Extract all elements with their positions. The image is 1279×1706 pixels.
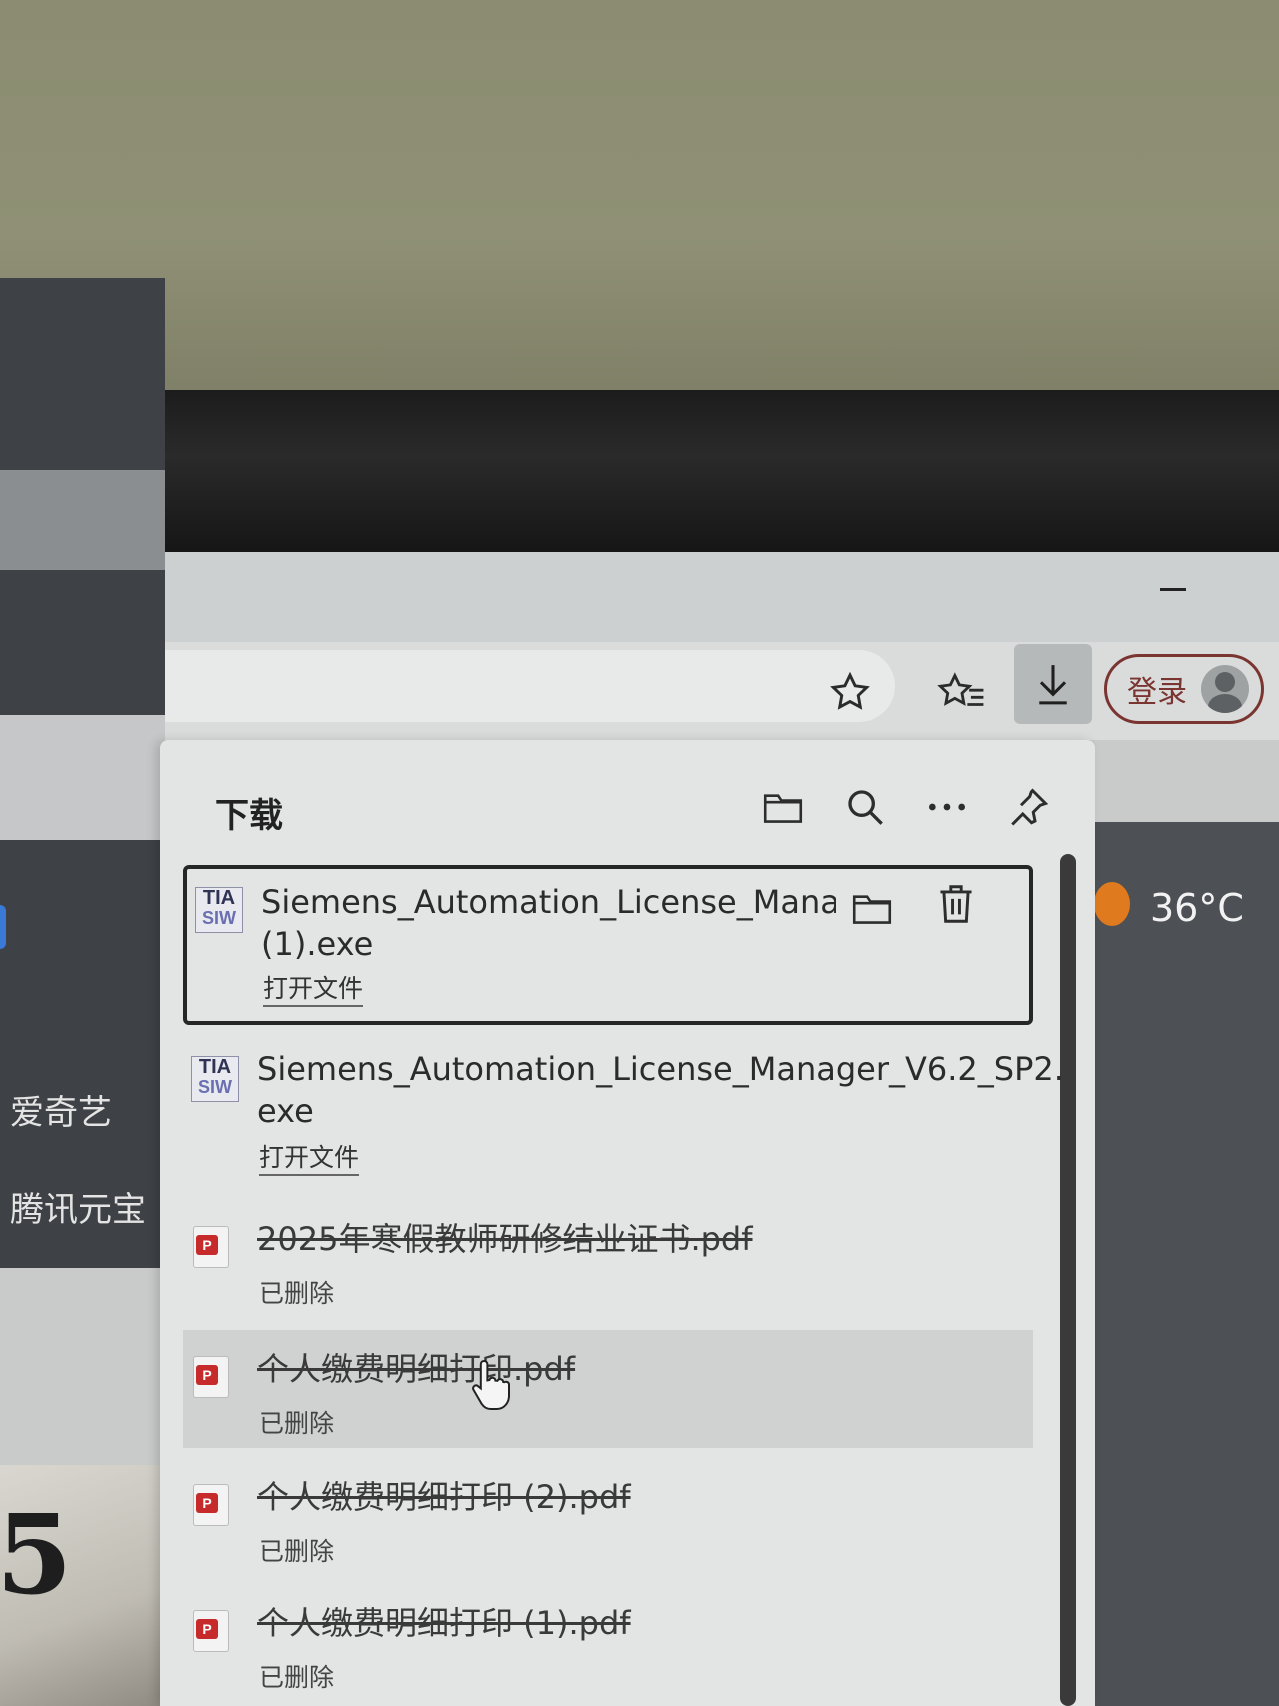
favorites-list-icon[interactable] bbox=[930, 662, 994, 722]
deleted-status: 已删除 bbox=[259, 1663, 335, 1692]
download-item[interactable]: 2025年寒假教师研修结业证书.pdf 已删除 bbox=[183, 1210, 1033, 1328]
pdf-file-icon bbox=[193, 1356, 229, 1398]
star-icon[interactable] bbox=[820, 662, 880, 722]
page-right-panel bbox=[1095, 822, 1279, 1706]
page-left-panel bbox=[0, 715, 165, 840]
browser-toolbar: 登录 bbox=[0, 642, 1279, 740]
title-bar bbox=[0, 552, 1279, 642]
show-in-folder-icon[interactable] bbox=[847, 883, 897, 933]
side-link-iqiyi[interactable]: 爱奇艺 bbox=[10, 1085, 112, 1134]
more-icon[interactable] bbox=[922, 782, 972, 832]
pdf-file-icon bbox=[193, 1226, 229, 1268]
laptop-bezel bbox=[0, 390, 1279, 555]
tia-icon-label-top: TIA bbox=[198, 1056, 232, 1078]
delete-icon[interactable] bbox=[931, 879, 981, 929]
page-left-banner bbox=[0, 470, 165, 570]
login-button[interactable]: 登录 bbox=[1104, 654, 1264, 724]
deleted-status: 已删除 bbox=[259, 1409, 335, 1438]
open-file-link[interactable]: 打开文件 bbox=[259, 1142, 360, 1176]
page-blue-marker bbox=[0, 905, 6, 949]
deleted-status: 已删除 bbox=[259, 1537, 335, 1566]
downloads-title: 下载 bbox=[215, 796, 283, 836]
tia-app-icon: TIA SIW bbox=[195, 887, 243, 933]
file-name: Siemens_Automation_License_Manager_V6.2_… bbox=[257, 1050, 1064, 1088]
file-name-continued: exe bbox=[257, 1092, 314, 1130]
photo-wall-background bbox=[0, 0, 1279, 395]
pdf-file-icon bbox=[193, 1610, 229, 1652]
file-name: Siemens_Automation_License_Manager_V bbox=[261, 883, 836, 921]
downloads-panel: 下载 TIA SIW Siemens_Automation_License_Ma… bbox=[160, 740, 1095, 1706]
tia-icon-label-bottom: SIW bbox=[202, 908, 236, 928]
tia-icon-label-bottom: SIW bbox=[198, 1077, 232, 1097]
file-name: 2025年寒假教师研修结业证书.pdf bbox=[257, 1220, 753, 1258]
search-icon[interactable] bbox=[840, 782, 890, 832]
downloads-scrollbar[interactable] bbox=[1060, 854, 1076, 1706]
file-name: 个人缴费明细打印 (2).pdf bbox=[257, 1478, 631, 1516]
download-item[interactable]: 个人缴费明细打印.pdf 已删除 bbox=[183, 1330, 1033, 1448]
pin-icon[interactable] bbox=[1003, 782, 1053, 832]
download-item[interactable]: 个人缴费明细打印 (2).pdf 已删除 bbox=[183, 1458, 1033, 1576]
login-label: 登录 bbox=[1127, 675, 1187, 710]
weather-sun-icon bbox=[1094, 882, 1130, 926]
pdf-file-icon bbox=[193, 1484, 229, 1526]
download-item[interactable]: 个人缴费明细打印 (1).pdf 已删除 bbox=[183, 1586, 1033, 1704]
download-item[interactable]: TIA SIW Siemens_Automation_License_Manag… bbox=[183, 1038, 1064, 1198]
poster-number: 5 bbox=[0, 1490, 73, 1619]
tia-app-icon: TIA SIW bbox=[191, 1056, 239, 1102]
hand-cursor-icon bbox=[472, 1359, 510, 1410]
file-name: 个人缴费明细打印.pdf bbox=[257, 1350, 576, 1388]
weather-temperature: 36°C bbox=[1150, 886, 1244, 930]
download-icon[interactable] bbox=[1014, 644, 1092, 724]
avatar-icon bbox=[1201, 665, 1249, 713]
file-name: 个人缴费明细打印 (1).pdf bbox=[257, 1604, 631, 1642]
file-name-continued: (1).exe bbox=[261, 925, 374, 963]
open-file-link[interactable]: 打开文件 bbox=[263, 973, 364, 1007]
minimize-icon[interactable] bbox=[1160, 588, 1186, 591]
deleted-status: 已删除 bbox=[259, 1279, 335, 1308]
tia-icon-label-top: TIA bbox=[202, 887, 236, 909]
folder-icon[interactable] bbox=[758, 782, 808, 832]
side-link-yuanbao[interactable]: 腾讯元宝 bbox=[10, 1182, 146, 1231]
download-item[interactable]: TIA SIW Siemens_Automation_License_Manag… bbox=[183, 865, 1033, 1025]
